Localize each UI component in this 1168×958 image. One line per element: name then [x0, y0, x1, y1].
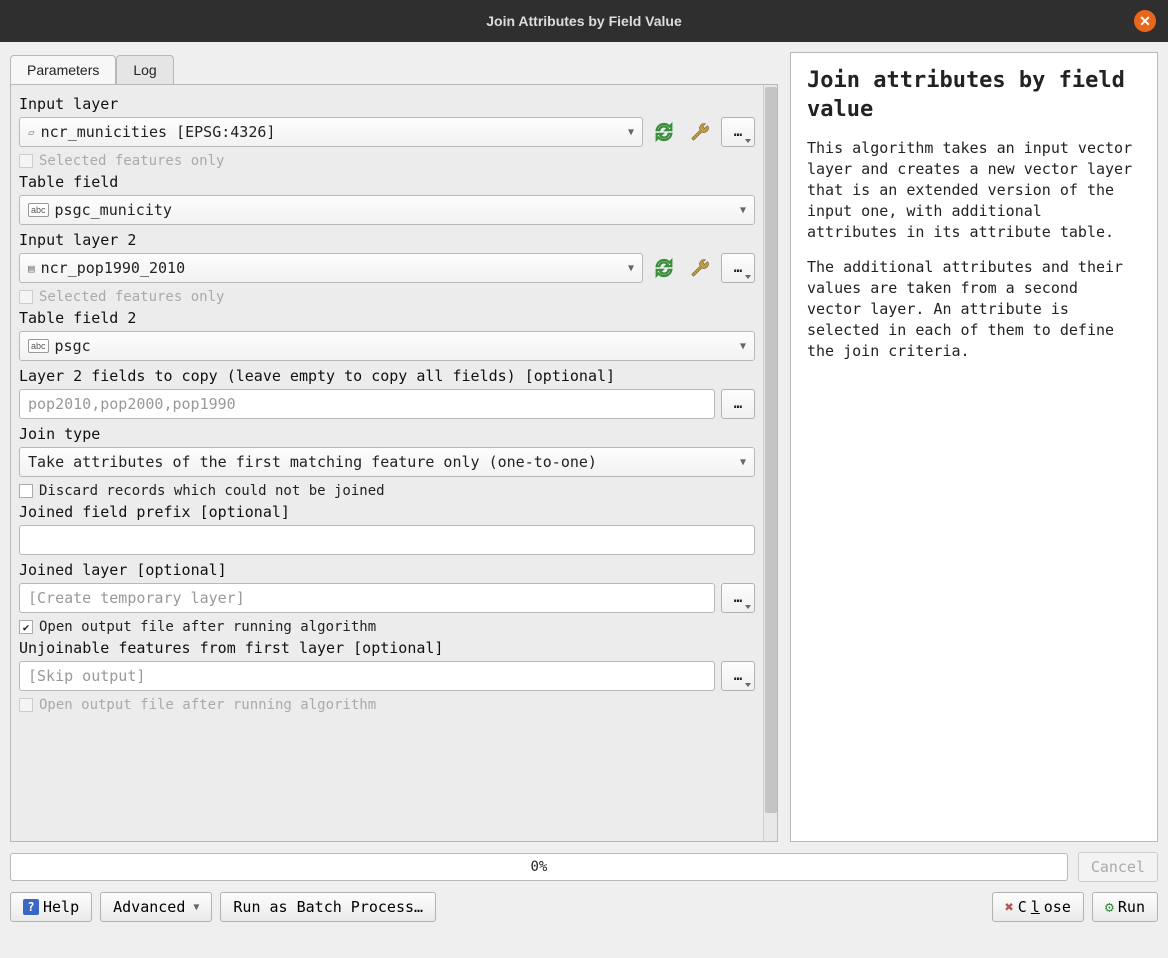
join-type-label: Join type: [19, 425, 755, 443]
selected-features-checkbox-2: [19, 290, 33, 304]
scrollbar-thumb[interactable]: [765, 87, 777, 813]
discard-unjoined-checkbox[interactable]: [19, 484, 33, 498]
input-layer-browse-button[interactable]: …: [721, 117, 755, 147]
table-field2-value: psgc: [55, 337, 734, 355]
open-output-checkbox-2: [19, 698, 33, 712]
input-layer2-browse-button[interactable]: …: [721, 253, 755, 283]
joined-layer-browse-button[interactable]: …: [721, 583, 755, 613]
selected-features-label-1: Selected features only: [39, 153, 224, 169]
unjoinable-label: Unjoinable features from first layer [op…: [19, 639, 755, 657]
table-field2-label: Table field 2: [19, 309, 755, 327]
bottom-button-row: ? Help Advanced ▼ Run as Batch Process… …: [10, 892, 1158, 922]
help-button-label: Help: [43, 898, 79, 916]
input-layer-label: Input layer: [19, 95, 755, 113]
table-field-label: Table field: [19, 173, 755, 191]
help-pane: Join attributes by field value This algo…: [790, 52, 1158, 842]
text-field-icon: abc: [28, 339, 49, 353]
help-paragraph-2: The additional attributes and their valu…: [807, 257, 1141, 362]
close-button[interactable]: ✖ Close: [992, 892, 1084, 922]
fields-to-copy-input[interactable]: [19, 389, 715, 419]
wrench-icon: [689, 121, 711, 143]
cancel-button: Cancel: [1078, 852, 1158, 882]
selected-features-label-2: Selected features only: [39, 289, 224, 305]
tab-bar: Parameters Log: [10, 52, 778, 84]
loop-icon: [653, 121, 675, 143]
fields-to-copy-browse-button[interactable]: …: [721, 389, 755, 419]
advanced-options-button-2[interactable]: [685, 253, 715, 283]
close-icon: ✖: [1005, 898, 1014, 916]
run-batch-button[interactable]: Run as Batch Process…: [220, 892, 436, 922]
selected-features-checkbox-1: [19, 154, 33, 168]
dialog-window: Join Attributes by Field Value ✕ Paramet…: [0, 0, 1168, 958]
input-layer2-combo[interactable]: ▤ ncr_pop1990_2010 ▼: [19, 253, 643, 283]
iterate-features-button-2[interactable]: [649, 253, 679, 283]
close-pre: C: [1018, 898, 1027, 916]
join-type-combo[interactable]: Take attributes of the first matching fe…: [19, 447, 755, 477]
polygon-layer-icon: ▱: [28, 126, 35, 139]
progress-text: 0%: [530, 859, 547, 875]
titlebar: Join Attributes by Field Value ✕: [0, 0, 1168, 42]
text-field-icon: abc: [28, 203, 49, 217]
dialog-content: Parameters Log Input layer ▱ ncr_municit…: [0, 42, 1168, 958]
chevron-down-icon: ▼: [740, 341, 746, 352]
wrench-icon: [689, 257, 711, 279]
unjoinable-output-input[interactable]: [19, 661, 715, 691]
chevron-down-icon: ▼: [628, 127, 634, 138]
joined-prefix-input[interactable]: [19, 525, 755, 555]
join-type-value: Take attributes of the first matching fe…: [28, 453, 734, 471]
progress-row: 0% Cancel: [10, 852, 1158, 882]
run-icon: ⚙: [1105, 898, 1114, 916]
progress-bar: 0%: [10, 853, 1068, 881]
vertical-scrollbar[interactable]: [763, 85, 777, 841]
iterate-features-button[interactable]: [649, 117, 679, 147]
window-close-button[interactable]: ✕: [1134, 10, 1156, 32]
advanced-options-button[interactable]: [685, 117, 715, 147]
open-output-label-1: Open output file after running algorithm: [39, 619, 376, 635]
help-button[interactable]: ? Help: [10, 892, 92, 922]
chevron-down-icon: ▼: [628, 263, 634, 274]
window-title: Join Attributes by Field Value: [486, 13, 682, 29]
tab-log[interactable]: Log: [116, 55, 173, 84]
joined-layer-label: Joined layer [optional]: [19, 561, 755, 579]
input-layer-value: ncr_municities [EPSG:4326]: [41, 123, 622, 141]
tab-parameters[interactable]: Parameters: [10, 55, 116, 84]
input-layer2-label: Input layer 2: [19, 231, 755, 249]
table-field-combo[interactable]: abc psgc_municity ▼: [19, 195, 755, 225]
open-output-label-2: Open output file after running algorithm: [39, 697, 376, 713]
open-output-checkbox-1[interactable]: ✔: [19, 620, 33, 634]
parameters-scroll: Input layer ▱ ncr_municities [EPSG:4326]…: [11, 85, 763, 841]
input-layer-combo[interactable]: ▱ ncr_municities [EPSG:4326] ▼: [19, 117, 643, 147]
parameters-panel: Input layer ▱ ncr_municities [EPSG:4326]…: [10, 84, 778, 842]
chevron-down-icon: ▼: [740, 457, 746, 468]
run-button[interactable]: ⚙ Run: [1092, 892, 1158, 922]
unjoinable-output-browse-button[interactable]: …: [721, 661, 755, 691]
input-layer2-value: ncr_pop1990_2010: [41, 259, 622, 277]
upper-panes: Parameters Log Input layer ▱ ncr_municit…: [10, 52, 1158, 842]
chevron-down-icon: ▼: [740, 205, 746, 216]
help-paragraph-1: This algorithm takes an input vector lay…: [807, 138, 1141, 243]
close-underline: l: [1031, 898, 1040, 916]
discard-unjoined-label: Discard records which could not be joine…: [39, 483, 385, 499]
run-button-label: Run: [1118, 898, 1145, 916]
table-layer-icon: ▤: [28, 262, 35, 275]
table-field2-combo[interactable]: abc psgc ▼: [19, 331, 755, 361]
left-pane: Parameters Log Input layer ▱ ncr_municit…: [10, 52, 778, 842]
advanced-button-label: Advanced: [113, 898, 185, 916]
chevron-down-icon: ▼: [193, 902, 199, 913]
help-title: Join attributes by field value: [807, 67, 1141, 124]
fields-to-copy-label: Layer 2 fields to copy (leave empty to c…: [19, 367, 755, 385]
close-post: ose: [1044, 898, 1071, 916]
table-field-value: psgc_municity: [55, 201, 734, 219]
advanced-button[interactable]: Advanced ▼: [100, 892, 212, 922]
joined-layer-input[interactable]: [19, 583, 715, 613]
help-icon: ?: [23, 899, 39, 915]
joined-prefix-label: Joined field prefix [optional]: [19, 503, 755, 521]
loop-icon: [653, 257, 675, 279]
